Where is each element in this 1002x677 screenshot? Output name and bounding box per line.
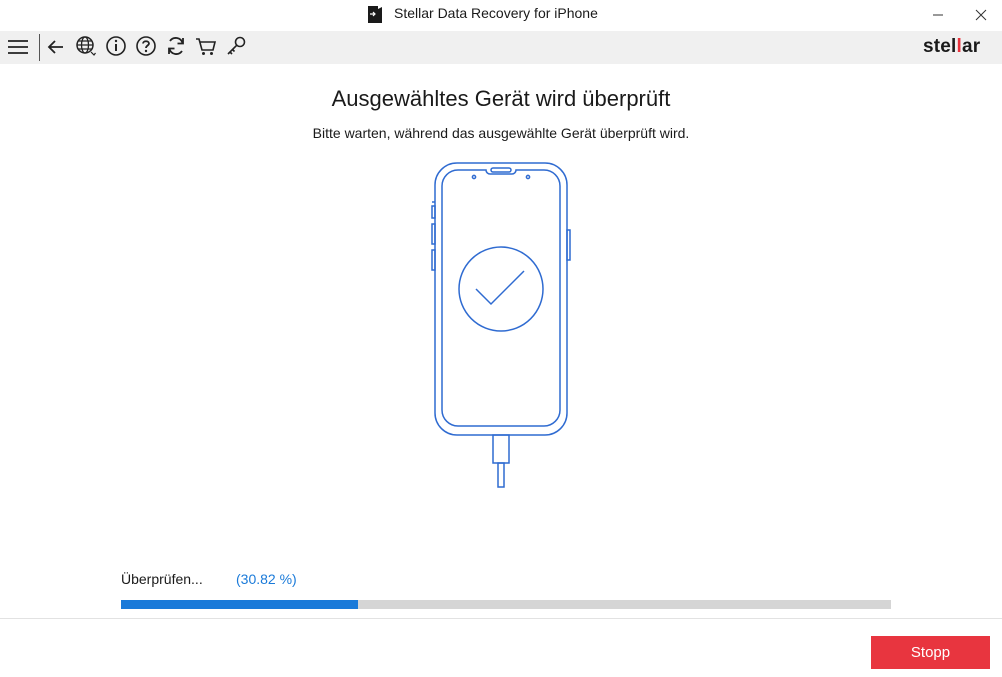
language-button[interactable] (74, 34, 98, 58)
back-button[interactable] (44, 35, 68, 59)
page-title: Ausgewähltes Gerät wird überprüft (331, 86, 671, 111)
progress-bar-fill (121, 600, 359, 609)
progress-percent: (30.82 %) (236, 571, 297, 587)
page-subtitle: Bitte warten, während das ausgewählte Ge… (312, 125, 690, 141)
help-button[interactable] (134, 34, 158, 58)
back-arrow-icon (47, 40, 63, 54)
activation-key-button[interactable] (224, 34, 248, 58)
footer-divider (0, 618, 1002, 619)
minimize-icon (933, 14, 943, 16)
info-button[interactable] (104, 34, 128, 58)
minimize-button[interactable] (925, 3, 951, 27)
cart-icon (196, 38, 217, 55)
close-button[interactable] (968, 3, 994, 27)
refresh-button[interactable] (164, 34, 188, 58)
globe-icon (76, 36, 96, 56)
refresh-icon (168, 37, 184, 55)
title-bar: Stellar Data Recovery for iPhone (0, 0, 1002, 30)
info-icon (106, 36, 126, 56)
toolbar-separator (39, 34, 40, 61)
app-icon (368, 6, 382, 23)
menu-icon (8, 40, 28, 54)
stellar-logo: stellar (923, 36, 980, 58)
key-icon (227, 36, 246, 55)
close-icon (975, 9, 987, 21)
brand-prefix: stel (923, 36, 957, 57)
stop-button[interactable]: Stopp (871, 636, 990, 669)
phone-check-icon (431, 162, 571, 488)
progress-bar (121, 600, 891, 609)
progress-label: Überprüfen... (121, 571, 203, 587)
menu-button[interactable] (6, 35, 30, 59)
brand-suffix: ar (962, 36, 981, 57)
window-title: Stellar Data Recovery for iPhone (394, 5, 598, 21)
cart-button[interactable] (194, 34, 218, 58)
help-icon (136, 36, 156, 56)
